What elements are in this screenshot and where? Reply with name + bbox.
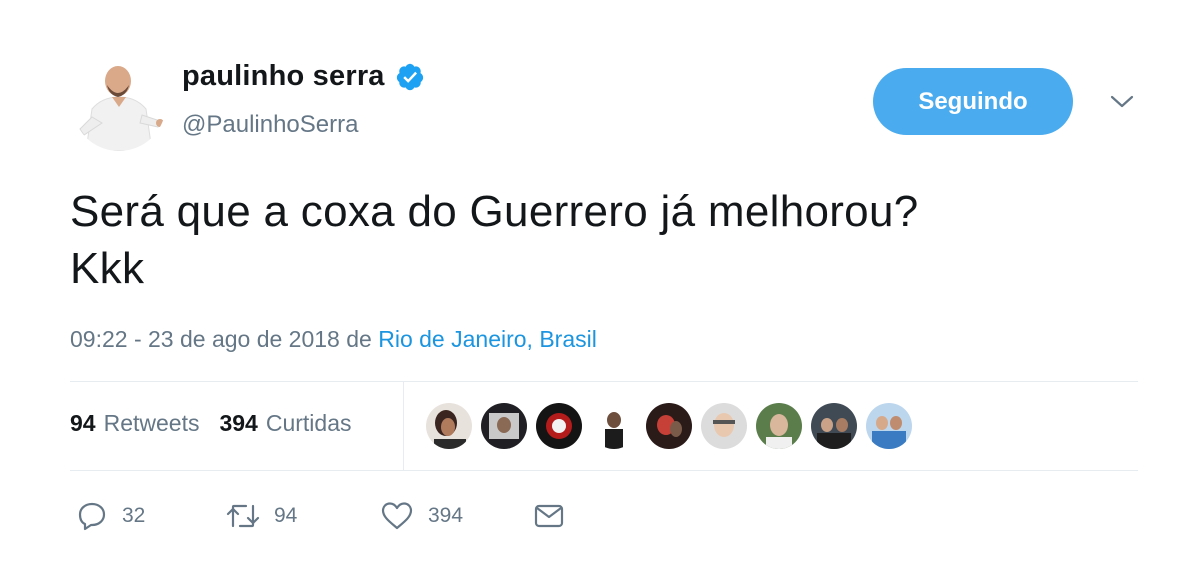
liker-avatar[interactable] — [811, 403, 857, 449]
envelope-icon[interactable] — [532, 500, 566, 532]
divider-bottom — [70, 470, 1138, 471]
message-action[interactable] — [532, 498, 566, 534]
liker-avatar[interactable] — [536, 403, 582, 449]
author-avatar[interactable] — [72, 57, 166, 151]
like-count: 394 — [428, 504, 464, 527]
liker-avatar[interactable] — [701, 403, 747, 449]
reply-count: 32 — [122, 504, 146, 527]
likers-avatars — [426, 403, 921, 449]
liker-avatar[interactable] — [481, 403, 527, 449]
retweets-count[interactable]: 94 — [70, 410, 96, 437]
chevron-down-icon[interactable] — [1108, 92, 1136, 112]
tweet-location-link[interactable]: Rio de Janeiro, Brasil — [378, 326, 597, 352]
liker-avatar[interactable] — [426, 403, 472, 449]
tweet-card: paulinho serra @PaulinhoSerra Seguindo S… — [0, 0, 1200, 565]
liker-avatar[interactable] — [756, 403, 802, 449]
tweet-timestamp[interactable]: 09:22 - 23 de ago de 2018 — [70, 326, 340, 352]
reply-icon[interactable] — [76, 500, 108, 532]
reply-action[interactable]: 32 — [76, 498, 145, 534]
likes-label[interactable]: Curtidas — [266, 410, 352, 437]
tweet-metadata: 09:22 - 23 de ago de 2018 de Rio de Jane… — [70, 326, 597, 353]
from-word: de — [346, 326, 372, 352]
divider-top — [70, 381, 1138, 382]
liker-avatar[interactable] — [866, 403, 912, 449]
like-action[interactable]: 394 — [380, 498, 463, 534]
tweet-stats: 94 Retweets 394 Curtidas — [70, 410, 372, 437]
retweet-count: 94 — [274, 504, 298, 527]
retweets-label[interactable]: Retweets — [104, 410, 200, 437]
heart-icon[interactable] — [380, 500, 414, 532]
author-display-name[interactable]: paulinho serra — [182, 60, 385, 93]
tweet-text: Será que a coxa do Guerrero já melhorou?… — [70, 187, 919, 293]
liker-avatar[interactable] — [591, 403, 637, 449]
author-handle[interactable]: @PaulinhoSerra — [182, 111, 358, 139]
liker-avatar[interactable] — [646, 403, 692, 449]
stats-separator — [403, 382, 404, 470]
verified-badge-icon — [396, 63, 423, 90]
author-name-row[interactable]: paulinho serra — [182, 60, 425, 93]
retweet-icon[interactable] — [226, 500, 260, 532]
following-button[interactable]: Seguindo — [873, 68, 1073, 135]
retweet-action[interactable]: 94 — [226, 498, 297, 534]
likes-count[interactable]: 394 — [219, 410, 257, 437]
